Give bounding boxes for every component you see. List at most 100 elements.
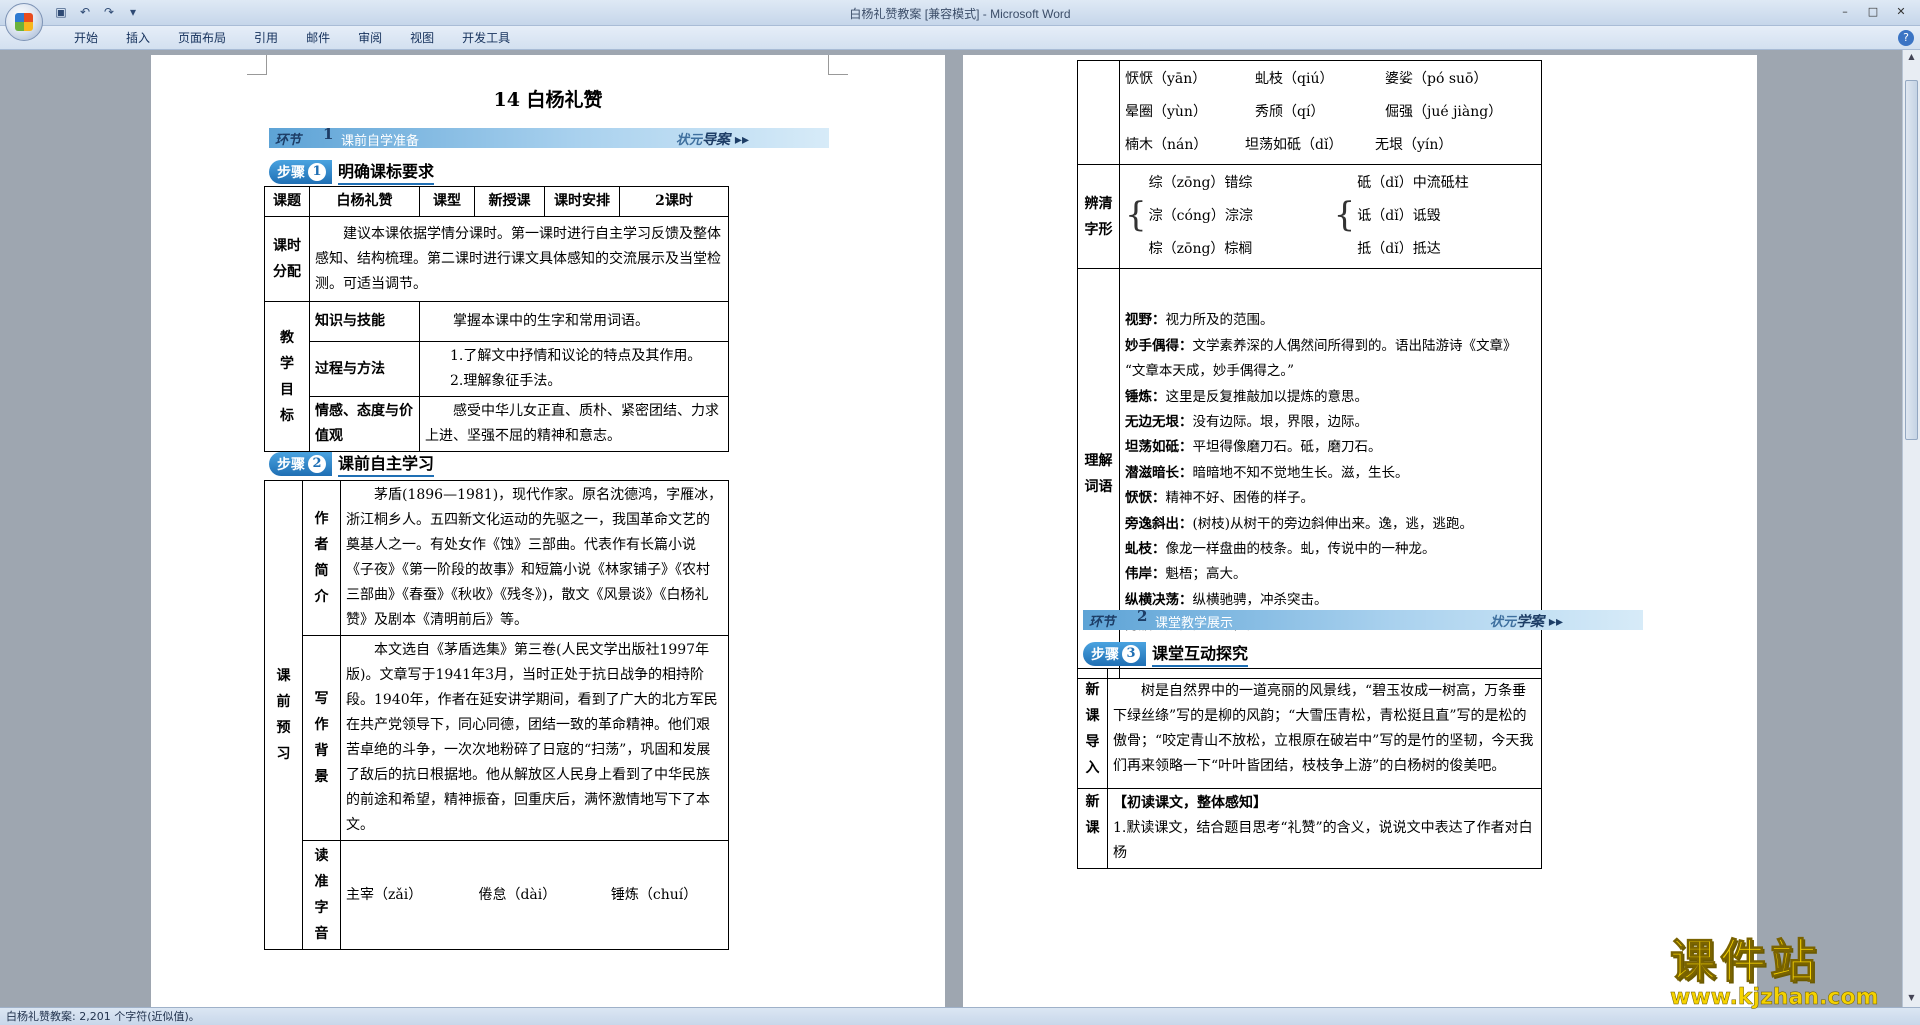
goal2-text2: 2.理解象征手法。 — [450, 373, 562, 389]
status-bar: 白杨礼赞教案: 2,201 个字符(近似值)。 — [0, 1007, 1920, 1025]
cell-value: 新授课 — [474, 186, 545, 217]
cell-value: 白杨礼赞 — [309, 186, 420, 217]
bianqing-cell: { 综（zōng）错综 淙（cóng）淙淙 棕（zōng）棕榈 { 砥（dǐ）中… — [1119, 164, 1542, 269]
intro-text: 树是自然界中的一道亮丽的风景线，“碧玉妆成一树高，万条垂下绿丝绦”写的是柳的风韵… — [1107, 668, 1542, 789]
section-right-label: 状元导案 ▸▸ — [676, 132, 749, 148]
margin-corner — [247, 55, 267, 75]
vocab-table: 恹恹（yān） 虬枝（qiú） 婆娑（pó suō） 晕圈（yùn） 秀颀（qí） 倔强… — [1077, 60, 1542, 679]
section-huanjie: 环节 — [275, 133, 302, 148]
brace-icon: { — [1333, 195, 1356, 235]
close-icon[interactable]: ✕ — [1888, 2, 1914, 20]
bianqing-groups: { 综（zōng）错综 淙（cóng）淙淙 棕（zōng）棕榈 { 砥（dǐ）中… — [1125, 167, 1536, 266]
pron-row: 晕圈（yùn） 秀颀（qí） 倔强（jué jiàng） — [1125, 104, 1503, 120]
word-item: 视野：视力所及的范围。 — [1125, 312, 1274, 329]
page-right: 恹恹（yān） 虬枝（qiú） 婆娑（pó suō） 晕圈（yùn） 秀颀（qí） 倔强… — [963, 55, 1757, 1007]
section-bar-1: 环节 1 课前自学准备 状元导案 ▸▸ — [269, 125, 829, 149]
pron-row: 恹恹（yān） 虬枝（qiú） 婆娑（pó suō） — [1125, 71, 1488, 87]
goal2-cell: 1.了解文中抒情和议论的特点及其作用。 2.理解象征手法。 — [419, 341, 729, 397]
pron-row: 楠木（nán） 坦荡如砥（dǐ） 无垠（yín） — [1125, 137, 1453, 153]
word-item: 坦荡如砥：平坦得像磨刀石。砥，磨刀石。 — [1125, 439, 1382, 456]
background-label: 写作背景 — [302, 635, 341, 841]
tab-developer[interactable]: 开发工具 — [448, 30, 524, 46]
tab-view[interactable]: 视图 — [396, 30, 448, 46]
word-count-status[interactable]: 白杨礼赞教案: 2,201 个字符(近似值)。 — [6, 1010, 200, 1023]
section-label: 课堂教学展示 — [1155, 616, 1234, 631]
section-label: 课前自学准备 — [341, 134, 420, 149]
word-item: 潜滋暗长：暗暗地不知不觉地生长。滋，生长。 — [1125, 464, 1409, 481]
step-title: 明确课标要求 — [338, 158, 435, 185]
word-item: 伟岸：魁梧；高大。 — [1125, 566, 1247, 583]
newlesson-q1: 1.默读课文，结合题目思考“礼赞”的含义，说说文中表达了作者对白杨 — [1113, 820, 1533, 861]
bianqing-left: 综（zōng）错综 淙（cóng）淙淙 棕（zōng）棕榈 — [1148, 175, 1253, 257]
goal3-text: 感受中华儿女正直、质朴、紧密团结、力求上进、坚强不屈的精神和意志。 — [419, 396, 729, 452]
newlesson-head: 【初读课文，整体感知】 — [1113, 795, 1267, 811]
document-title: 14 白杨礼赞 — [493, 89, 603, 111]
alloc-text: 建议本课依据学情分课时。第一课时进行自主学习反馈及整体感知、结构梳理。第二课时进… — [309, 216, 729, 302]
bianqing-label: 辨清字形 — [1077, 164, 1120, 269]
step-title: 课堂互动探究 — [1152, 640, 1249, 667]
step-badge: 步骤 3 — [1083, 641, 1146, 666]
scroll-thumb[interactable] — [1905, 80, 1918, 440]
cell-value: 2课时 — [619, 186, 729, 217]
cell-label: 课型 — [419, 186, 475, 217]
goal2-text1: 1.了解文中抒情和议论的特点及其作用。 — [450, 348, 702, 364]
minimize-icon[interactable]: – — [1832, 2, 1858, 20]
watermark-url: www.kjzhan.com — [1670, 985, 1879, 1011]
goal2-label: 过程与方法 — [309, 341, 420, 397]
tab-references[interactable]: 引用 — [240, 30, 292, 46]
section-bar-2: 环节 2 课堂教学展示 状元学案 ▸▸ — [1083, 607, 1643, 631]
goals-label: 教学目标 — [264, 301, 310, 452]
word-item: 锤炼：这里是反复推敲加以提炼的意思。 — [1125, 388, 1368, 405]
window-controls: – □ ✕ — [1832, 2, 1914, 20]
alloc-label: 课时分配 — [264, 216, 310, 302]
maximize-icon[interactable]: □ — [1860, 2, 1886, 20]
tab-insert[interactable]: 插入 — [112, 30, 164, 46]
cell-label: 课题 — [264, 186, 310, 217]
office-button[interactable] — [5, 3, 43, 41]
section-huanjie: 环节 — [1089, 615, 1116, 630]
goal1-label: 知识与技能 — [309, 301, 420, 342]
watermark-title: 课件站 — [1670, 934, 1820, 989]
pron-item: 主宰（zǎi） — [346, 886, 423, 903]
newlesson-label: 新课 — [1077, 788, 1108, 869]
background-text: 本文选自《茅盾选集》第三卷(人民文学出版社1997年版)。文章写于1941年3月… — [340, 635, 729, 841]
step-2-heading: 步骤 2 课前自主学习 — [269, 450, 435, 477]
pronunciation-cell: 主宰（zǎi） 倦怠（dài） 锤炼（chuí） — [340, 840, 729, 950]
step-3-heading: 步骤 3 课堂互动探究 — [1083, 640, 1249, 667]
pron-item: 倦怠（dài） — [478, 886, 557, 903]
pron-rows-cell: 恹恹（yān） 虬枝（qiú） 婆娑（pó suō） 晕圈（yùn） 秀颀（qí） 倔强… — [1119, 60, 1542, 165]
document-area: 14 白杨礼赞 环节 1 课前自学准备 状元导案 ▸▸ 步骤 1 明确课标要求 课… — [0, 50, 1902, 1007]
author-text: 茅盾(1896—1981)，现代作家。原名沈德鸿，字雁冰，浙江桐乡人。五四新文化… — [340, 480, 729, 636]
step-title: 课前自主学习 — [338, 450, 435, 477]
tab-page-layout[interactable]: 页面布局 — [164, 30, 240, 46]
office-logo-icon — [15, 13, 33, 31]
section-right-label: 状元学案 ▸▸ — [1490, 614, 1563, 630]
scroll-up-icon[interactable]: ▲ — [1905, 52, 1918, 64]
class-table: 新课导入 树是自然界中的一道亮丽的风景线，“碧玉妆成一树高，万条垂下绿丝绦”写的… — [1077, 668, 1542, 869]
goal3-label: 情感、态度与价值观 — [309, 396, 420, 452]
vertical-scrollbar[interactable]: ▲ ▼ — [1902, 50, 1920, 1007]
author-label: 作者简介 — [302, 480, 341, 636]
cell-label: 课时安排 — [544, 186, 620, 217]
word-item: “文章本天成，妙手偶得之。” — [1125, 363, 1295, 380]
step-badge: 步骤 1 — [269, 159, 332, 184]
goal1-text: 掌握本课中的生字和常用词语。 — [419, 301, 729, 342]
word-item: 虬枝：像龙一样盘曲的枝条。虬，传说中的一种龙。 — [1125, 541, 1436, 558]
word-item: 无边无垠：没有边际。垠，界限，边际。 — [1125, 413, 1368, 430]
step-badge: 步骤 2 — [269, 451, 332, 476]
preview-table: 课前预习 作者简介 茅盾(1896—1981)，现代作家。原名沈德鸿，字雁冰，浙… — [264, 480, 729, 950]
tab-home[interactable]: 开始 — [60, 30, 112, 46]
title-bar: ▣ ↶ ↷ ▾ 白杨礼赞教案 [兼容模式] - Microsoft Word –… — [0, 0, 1920, 26]
pron-item: 锤炼（chuí） — [610, 886, 698, 903]
section-num: 2 — [1137, 607, 1148, 625]
newlesson-cell: 【初读课文，整体感知】 1.默读课文，结合题目思考“礼赞”的含义，说说文中表达了… — [1107, 788, 1542, 869]
tab-mailings[interactable]: 邮件 — [292, 30, 344, 46]
window-title: 白杨礼赞教案 [兼容模式] - Microsoft Word — [849, 7, 1071, 21]
word-item: 妙手偶得：文学素养深的人偶然间所得到的。语出陆游诗《文章》 — [1125, 337, 1517, 354]
course-info-table: 课题 白杨礼赞 课型 新授课 课时安排 2课时 课时分配 建议本课依据学情分课时… — [264, 186, 729, 452]
help-icon[interactable]: ? — [1898, 30, 1914, 46]
word-item: 旁逸斜出：(树枝)从树干的旁边斜伸出来。逸，逃，逃跑。 — [1125, 515, 1474, 532]
step-1-heading: 步骤 1 明确课标要求 — [269, 158, 435, 185]
tab-review[interactable]: 审阅 — [344, 30, 396, 46]
intro-label: 新课导入 — [1077, 668, 1108, 789]
